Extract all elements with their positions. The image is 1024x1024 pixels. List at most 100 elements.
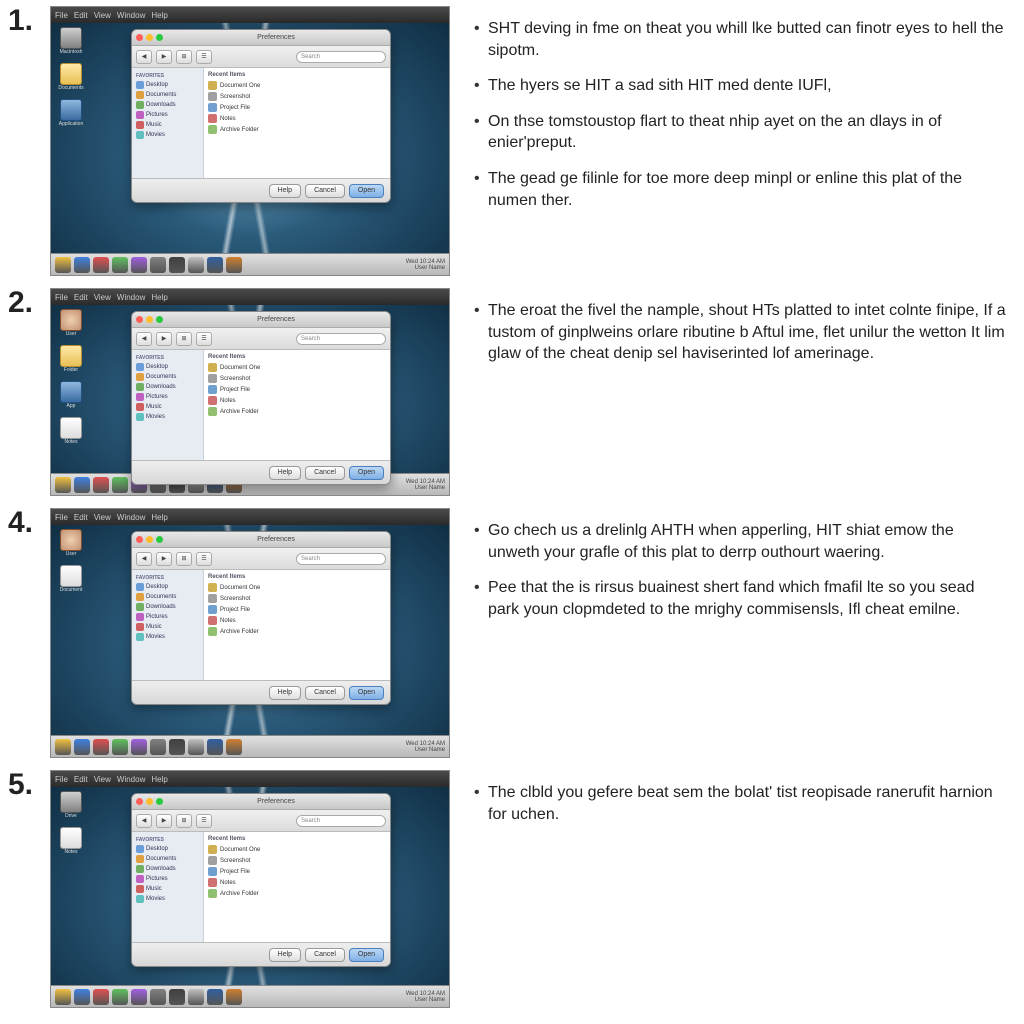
menu-item[interactable]: View <box>94 775 111 784</box>
sidebar-item[interactable]: Music <box>134 884 201 894</box>
taskbar-app-icon[interactable] <box>226 739 242 755</box>
menu-item[interactable]: Edit <box>74 293 88 302</box>
sidebar-item[interactable]: Music <box>134 402 201 412</box>
toolbar-button[interactable]: ☰ <box>196 332 212 346</box>
list-item[interactable]: Screenshot <box>208 855 386 866</box>
search-input[interactable]: Search <box>296 815 386 827</box>
taskbar-app-icon[interactable] <box>93 477 109 493</box>
close-icon[interactable] <box>136 798 143 805</box>
dialog-titlebar[interactable]: Preferences <box>132 312 390 328</box>
taskbar-app-icon[interactable] <box>188 989 204 1005</box>
toolbar-button[interactable]: ◀ <box>136 50 152 64</box>
taskbar-app-icon[interactable] <box>55 257 71 273</box>
taskbar-app-icon[interactable] <box>93 739 109 755</box>
taskbar-app-icon[interactable] <box>131 739 147 755</box>
toolbar-button[interactable]: ◀ <box>136 332 152 346</box>
menu-item[interactable]: Help <box>151 11 167 20</box>
list-item[interactable]: Document One <box>208 80 386 91</box>
dialog-titlebar[interactable]: Preferences <box>132 794 390 810</box>
list-item[interactable]: Project File <box>208 604 386 615</box>
taskbar-app-icon[interactable] <box>55 989 71 1005</box>
close-icon[interactable] <box>136 34 143 41</box>
dialog-titlebar[interactable]: Preferences <box>132 532 390 548</box>
open-button[interactable]: Open <box>349 948 384 962</box>
menu-item[interactable]: Edit <box>74 775 88 784</box>
taskbar-app-icon[interactable] <box>74 739 90 755</box>
toolbar-button[interactable]: ☰ <box>196 552 212 566</box>
list-item[interactable]: Archive Folder <box>208 124 386 135</box>
toolbar-button[interactable]: ⊞ <box>176 50 192 64</box>
list-item[interactable]: Notes <box>208 615 386 626</box>
list-item[interactable]: Archive Folder <box>208 888 386 899</box>
menu-item[interactable]: File <box>55 775 68 784</box>
desktop-icon[interactable]: Notes <box>57 417 85 445</box>
taskbar-app-icon[interactable] <box>150 739 166 755</box>
help-button[interactable]: Help <box>269 686 301 700</box>
sidebar-item[interactable]: Downloads <box>134 602 201 612</box>
taskbar-app-icon[interactable] <box>150 989 166 1005</box>
toolbar-button[interactable]: ☰ <box>196 814 212 828</box>
desktop-icon[interactable]: Macintosh <box>57 27 85 55</box>
help-button[interactable]: Help <box>269 466 301 480</box>
search-input[interactable]: Search <box>296 51 386 63</box>
sidebar-item[interactable]: Downloads <box>134 382 201 392</box>
dialog-titlebar[interactable]: Preferences <box>132 30 390 46</box>
toolbar-button[interactable]: ◀ <box>136 552 152 566</box>
open-button[interactable]: Open <box>349 686 384 700</box>
minimize-icon[interactable] <box>146 536 153 543</box>
zoom-icon[interactable] <box>156 316 163 323</box>
sidebar-item[interactable]: Movies <box>134 632 201 642</box>
list-item[interactable]: Notes <box>208 113 386 124</box>
desktop-icon[interactable]: Documents <box>57 63 85 91</box>
taskbar-app-icon[interactable] <box>226 257 242 273</box>
toolbar-button[interactable]: ⊞ <box>176 814 192 828</box>
sidebar-item[interactable]: Downloads <box>134 100 201 110</box>
desktop-icon[interactable]: Application <box>57 99 85 127</box>
minimize-icon[interactable] <box>146 34 153 41</box>
menu-item[interactable]: Help <box>151 775 167 784</box>
sidebar-item[interactable]: Desktop <box>134 582 201 592</box>
sidebar-item[interactable]: Desktop <box>134 844 201 854</box>
zoom-icon[interactable] <box>156 536 163 543</box>
menu-item[interactable]: View <box>94 293 111 302</box>
zoom-icon[interactable] <box>156 798 163 805</box>
taskbar-app-icon[interactable] <box>55 477 71 493</box>
taskbar-app-icon[interactable] <box>131 989 147 1005</box>
sidebar-item[interactable]: Desktop <box>134 362 201 372</box>
desktop-icon[interactable]: App <box>57 381 85 409</box>
desktop-area[interactable]: UserFolderAppNotesPreferences◀▶⊞☰SearchF… <box>51 305 449 473</box>
desktop-area[interactable]: UserDocumentPreferences◀▶⊞☰SearchFavorit… <box>51 525 449 735</box>
sidebar-item[interactable]: Documents <box>134 372 201 382</box>
taskbar-app-icon[interactable] <box>207 739 223 755</box>
taskbar-app-icon[interactable] <box>112 477 128 493</box>
toolbar-button[interactable]: ▶ <box>156 50 172 64</box>
sidebar-item[interactable]: Music <box>134 120 201 130</box>
taskbar-app-icon[interactable] <box>74 477 90 493</box>
taskbar-app-icon[interactable] <box>150 257 166 273</box>
search-input[interactable]: Search <box>296 553 386 565</box>
toolbar-button[interactable]: ▶ <box>156 552 172 566</box>
taskbar-app-icon[interactable] <box>93 989 109 1005</box>
menu-item[interactable]: File <box>55 11 68 20</box>
cancel-button[interactable]: Cancel <box>305 466 345 480</box>
toolbar-button[interactable]: ▶ <box>156 332 172 346</box>
sidebar-item[interactable]: Documents <box>134 592 201 602</box>
list-item[interactable]: Document One <box>208 362 386 373</box>
menu-item[interactable]: Window <box>117 293 145 302</box>
menu-item[interactable]: Window <box>117 775 145 784</box>
list-item[interactable]: Document One <box>208 844 386 855</box>
desktop-area[interactable]: DriveNotesPreferences◀▶⊞☰SearchFavorites… <box>51 787 449 985</box>
sidebar-item[interactable]: Pictures <box>134 874 201 884</box>
taskbar-app-icon[interactable] <box>207 989 223 1005</box>
list-item[interactable]: Archive Folder <box>208 406 386 417</box>
menu-item[interactable]: View <box>94 513 111 522</box>
menu-item[interactable]: Help <box>151 293 167 302</box>
list-item[interactable]: Archive Folder <box>208 626 386 637</box>
toolbar-button[interactable]: ⊞ <box>176 552 192 566</box>
list-item[interactable]: Notes <box>208 395 386 406</box>
sidebar-item[interactable]: Documents <box>134 90 201 100</box>
list-item[interactable]: Screenshot <box>208 91 386 102</box>
taskbar-app-icon[interactable] <box>112 257 128 273</box>
cancel-button[interactable]: Cancel <box>305 686 345 700</box>
list-item[interactable]: Screenshot <box>208 373 386 384</box>
